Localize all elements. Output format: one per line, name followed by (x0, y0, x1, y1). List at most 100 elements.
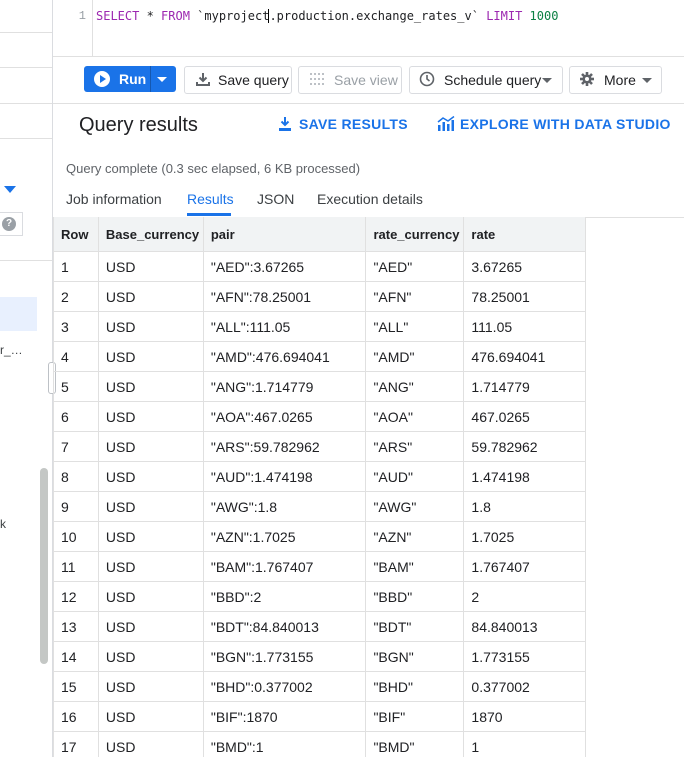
sidebar-scrollbar[interactable] (40, 468, 48, 664)
save-results-button[interactable]: SAVE RESULTS (299, 116, 408, 132)
rate-currency-cell[interactable]: "AED" (365, 251, 465, 282)
row-number-cell[interactable]: 11 (53, 551, 99, 582)
row-number-cell[interactable]: 15 (53, 671, 99, 702)
run-button[interactable]: Run (84, 66, 176, 92)
rate-currency-cell[interactable]: "BIF" (365, 701, 465, 732)
save-view-button[interactable]: Save view (298, 66, 402, 94)
base-currency-cell[interactable]: USD (97, 731, 204, 757)
rate-cell[interactable]: 78.25001 (463, 281, 586, 312)
rate-cell[interactable]: 1.767407 (463, 551, 586, 582)
tab-json[interactable]: JSON (257, 191, 294, 207)
rate-currency-cell[interactable]: "BAM" (365, 551, 465, 582)
base-currency-cell[interactable]: USD (97, 641, 204, 672)
pair-cell[interactable]: "BDT":84.840013 (202, 611, 367, 642)
row-number-cell[interactable]: 7 (53, 431, 99, 462)
base-currency-cell[interactable]: USD (97, 281, 204, 312)
pair-cell[interactable]: "AFN":78.25001 (202, 281, 367, 312)
rate-currency-cell[interactable]: "AOA" (365, 401, 465, 432)
rate-currency-cell[interactable]: "BMD" (365, 731, 465, 757)
pair-cell[interactable]: "BBD":2 (202, 581, 367, 612)
more-button[interactable]: More (569, 66, 662, 94)
pair-cell[interactable]: "AWG":1.8 (202, 491, 367, 522)
row-number-cell[interactable]: 1 (53, 251, 99, 282)
rate-cell[interactable]: 467.0265 (463, 401, 586, 432)
rate-cell[interactable]: 2 (463, 581, 586, 612)
chevron-down-icon[interactable] (157, 77, 167, 82)
pair-cell[interactable]: "BAM":1.767407 (202, 551, 367, 582)
rate-cell[interactable]: 1.714779 (463, 371, 586, 402)
rate-cell[interactable]: 3.67265 (463, 251, 586, 282)
rate-cell[interactable]: 1 (463, 731, 586, 757)
help-button[interactable]: ? (0, 212, 23, 236)
base-currency-cell[interactable]: USD (97, 671, 204, 702)
base-currency-cell[interactable]: USD (97, 551, 204, 582)
rate-cell[interactable]: 1870 (463, 701, 586, 732)
rate-cell[interactable]: 1.474198 (463, 461, 586, 492)
rate-currency-cell[interactable]: "AFN" (365, 281, 465, 312)
base-currency-cell[interactable]: USD (97, 401, 204, 432)
row-number-cell[interactable]: 10 (53, 521, 99, 552)
expand-caret-icon[interactable] (4, 186, 16, 193)
rate-currency-cell[interactable]: "ALL" (365, 311, 465, 342)
rate-currency-cell[interactable]: "ANG" (365, 371, 465, 402)
pair-cell[interactable]: "AOA":467.0265 (202, 401, 367, 432)
base-currency-cell[interactable]: USD (97, 341, 204, 372)
rate-cell[interactable]: 1.7025 (463, 521, 586, 552)
rate-cell[interactable]: 1.773155 (463, 641, 586, 672)
rate-currency-cell[interactable]: "BBD" (365, 581, 465, 612)
rate-cell[interactable]: 111.05 (463, 311, 586, 342)
explore-data-studio-button[interactable]: EXPLORE WITH DATA STUDIO (460, 116, 671, 132)
pair-cell[interactable]: "BMD":1 (202, 731, 367, 757)
sql-code-line[interactable]: SELECT * FROM `myproject.production.exch… (96, 9, 558, 23)
base-currency-cell[interactable]: USD (97, 701, 204, 732)
row-number-cell[interactable]: 14 (53, 641, 99, 672)
rate-currency-cell[interactable]: "BHD" (365, 671, 465, 702)
pair-cell[interactable]: "AUD":1.474198 (202, 461, 367, 492)
row-number-cell[interactable]: 16 (53, 701, 99, 732)
rate-cell[interactable]: 476.694041 (463, 341, 586, 372)
pair-cell[interactable]: "AZN":1.7025 (202, 521, 367, 552)
rate-cell[interactable]: 84.840013 (463, 611, 586, 642)
sql-editor[interactable]: 1 SELECT * FROM `myproject.production.ex… (53, 0, 684, 56)
rate-currency-cell[interactable]: "AMD" (365, 341, 465, 372)
row-number-cell[interactable]: 5 (53, 371, 99, 402)
rate-currency-cell[interactable]: "AWG" (365, 491, 465, 522)
rate-currency-cell[interactable]: "BGN" (365, 641, 465, 672)
base-currency-cell[interactable]: USD (97, 251, 204, 282)
sidebar-item-selected[interactable] (0, 297, 37, 331)
row-number-cell[interactable]: 8 (53, 461, 99, 492)
pair-cell[interactable]: "ARS":59.782962 (202, 431, 367, 462)
base-currency-cell[interactable]: USD (97, 521, 204, 552)
row-number-cell[interactable]: 2 (53, 281, 99, 312)
rate-cell[interactable]: 0.377002 (463, 671, 586, 702)
tab-results[interactable]: Results (187, 191, 234, 207)
save-query-button[interactable]: Save query (184, 66, 292, 94)
rate-currency-cell[interactable]: "BDT" (365, 611, 465, 642)
base-currency-cell[interactable]: USD (97, 371, 204, 402)
tab-job-information[interactable]: Job information (66, 191, 162, 207)
pair-cell[interactable]: "ANG":1.714779 (202, 371, 367, 402)
rate-currency-cell[interactable]: "ARS" (365, 431, 465, 462)
row-number-cell[interactable]: 4 (53, 341, 99, 372)
sidebar-item-truncated[interactable]: r_… (0, 343, 23, 357)
base-currency-cell[interactable]: USD (97, 611, 204, 642)
base-currency-cell[interactable]: USD (97, 491, 204, 522)
tab-execution-details[interactable]: Execution details (317, 191, 423, 207)
rate-cell[interactable]: 1.8 (463, 491, 586, 522)
schedule-query-button[interactable]: Schedule query (409, 66, 563, 94)
row-number-cell[interactable]: 17 (53, 731, 99, 757)
pair-cell[interactable]: "BIF":1870 (202, 701, 367, 732)
base-currency-cell[interactable]: USD (97, 581, 204, 612)
rate-cell[interactable]: 59.782962 (463, 431, 586, 462)
pair-cell[interactable]: "BHD":0.377002 (202, 671, 367, 702)
base-currency-cell[interactable]: USD (97, 461, 204, 492)
rate-currency-cell[interactable]: "AZN" (365, 521, 465, 552)
pair-cell[interactable]: "AMD":476.694041 (202, 341, 367, 372)
pair-cell[interactable]: "AED":3.67265 (202, 251, 367, 282)
row-number-cell[interactable]: 9 (53, 491, 99, 522)
pair-cell[interactable]: "ALL":111.05 (202, 311, 367, 342)
row-number-cell[interactable]: 3 (53, 311, 99, 342)
row-number-cell[interactable]: 12 (53, 581, 99, 612)
base-currency-cell[interactable]: USD (97, 431, 204, 462)
pair-cell[interactable]: "BGN":1.773155 (202, 641, 367, 672)
